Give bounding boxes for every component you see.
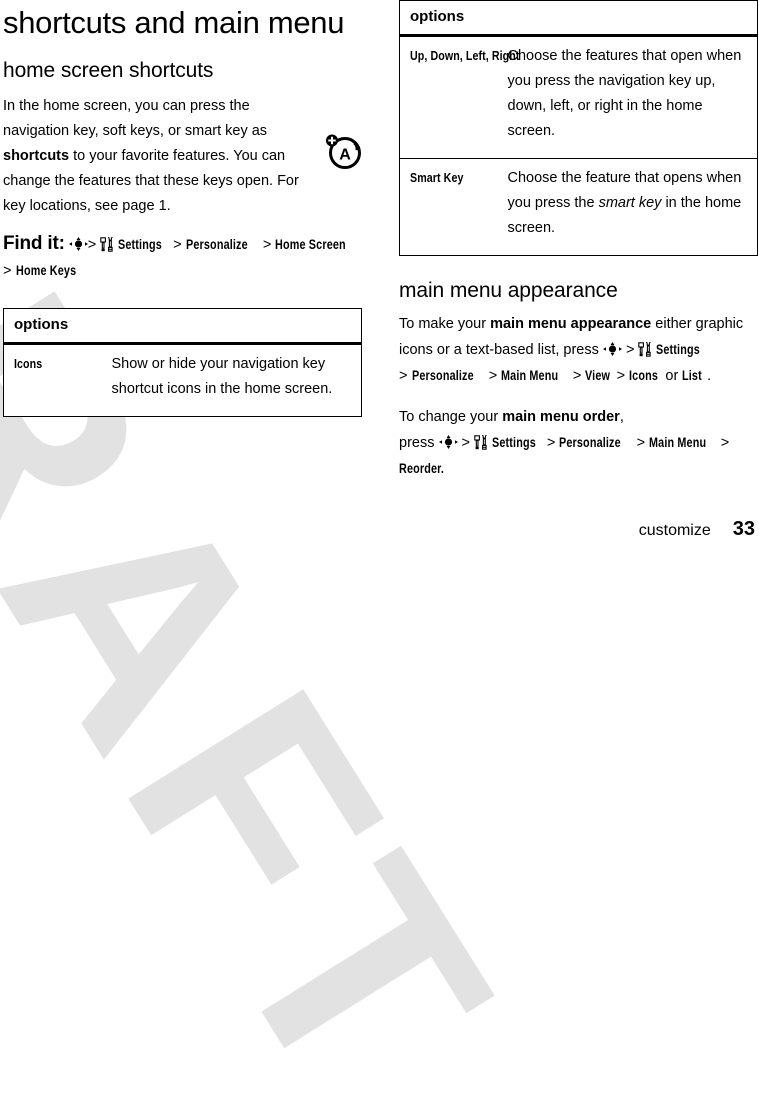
find-it-step-home-screen: Home Screen: [275, 237, 347, 252]
mma-step-list: List: [682, 368, 703, 383]
option-name-icons-text: Icons: [14, 356, 43, 371]
table-row: Icons Show or hide your navigation key s…: [3, 343, 362, 417]
right-column: options Up, Down, Left, Right Choose the…: [399, 0, 758, 482]
mmo-sep-4: >: [720, 435, 730, 451]
mmo-sep-1: >: [461, 435, 470, 451]
option-name-smart-key-text: Smart Key: [410, 170, 464, 185]
option-description-smart-key: Choose the feature that opens when you p…: [507, 158, 758, 256]
table-row: Smart Key Choose the feature that opens …: [399, 158, 758, 256]
mma-part1: To make your: [399, 316, 491, 332]
page-footer: customize 33: [0, 518, 759, 541]
manual-page: shortcuts and main menu home screen shor…: [0, 0, 759, 547]
find-it-sep-1: >: [87, 237, 97, 253]
section-heading-home-screen-shortcuts: home screen shortcuts: [3, 59, 214, 82]
footer-section-label: customize: [638, 522, 711, 539]
mma-conjunction: or: [665, 368, 679, 384]
navigation-key-icon: [602, 340, 622, 356]
left-column: shortcuts and main menu home screen shor…: [3, 0, 383, 417]
home-keys-options-table-continued: options Up, Down, Left, Right Choose the…: [399, 0, 758, 256]
table-row: Up, Down, Left, Right Choose the feature…: [399, 35, 758, 159]
find-it-label: Find it:: [3, 233, 65, 254]
mmo-step-main-menu: Main Menu: [649, 435, 707, 450]
find-it-step-personalize: Personalize: [185, 237, 248, 252]
mma-sep-1: >: [625, 342, 635, 358]
mma-step-settings: Settings: [656, 342, 701, 357]
find-it-sep-2: >: [173, 237, 182, 253]
navigation-key-icon: [68, 235, 88, 251]
intro-bold-shortcuts: shortcuts: [3, 148, 70, 164]
mma-step-main-menu: Main Menu: [501, 368, 559, 383]
mmo-step-settings: Settings: [492, 435, 536, 450]
main-menu-appearance-paragraph: To make your main menu appearance either…: [399, 312, 751, 389]
footer-page-number: 33: [732, 518, 755, 540]
mma-step-view: View: [585, 368, 611, 383]
mma-sep-4: >: [572, 368, 582, 384]
tools-settings-icon: [638, 338, 652, 357]
mmo-press-label: press: [399, 435, 435, 451]
svg-text:A: A: [339, 147, 351, 164]
page-title: shortcuts and main menu: [3, 5, 345, 40]
find-it-line-1: Find it: > Settings > Personalize > Home…: [3, 231, 383, 258]
tools-settings-icon: [474, 431, 488, 450]
table-header-row: options: [399, 0, 758, 37]
option-description-directions: Choose the features that open when you p…: [507, 35, 758, 159]
mma-sep-2: >: [399, 368, 408, 384]
mma-bold: main menu appearance: [490, 316, 652, 332]
find-it-sep-3: >: [262, 237, 272, 253]
main-menu-order-paragraph: To change your main menu order, press >: [399, 405, 751, 482]
find-it-sep-4: >: [3, 263, 12, 279]
option-name-icons: Icons: [3, 343, 112, 417]
find-it-line-2: > Home Keys: [3, 258, 383, 284]
mmo-part1: To change your: [399, 409, 503, 425]
mma-step-personalize: Personalize: [411, 368, 474, 383]
mmo-bold: main menu order: [502, 409, 620, 425]
option-description-icons: Show or hide your navigation key shortcu…: [111, 343, 362, 417]
mmo-step-reorder: Reorder.: [399, 461, 445, 476]
table-header-options: options: [399, 0, 758, 37]
find-it-step-home-keys: Home Keys: [15, 263, 76, 278]
mma-step-icons: Icons: [629, 368, 659, 383]
section-heading-main-menu-appearance: main menu appearance: [399, 279, 618, 302]
mmo-part2: ,: [619, 409, 624, 425]
mmo-sep-2: >: [546, 435, 556, 451]
intro-text-part1: In the home screen, you can press the na…: [3, 98, 268, 139]
option-name-smart-key: Smart Key: [399, 158, 508, 256]
smart-key-desc-italic: smart key: [598, 195, 662, 211]
mma-period: .: [707, 368, 712, 384]
mma-sep-3: >: [488, 368, 498, 384]
option-name-directions: Up, Down, Left, Right: [399, 35, 519, 159]
navigation-key-icon: [438, 433, 458, 449]
intro-paragraph: In the home screen, you can press the na…: [3, 94, 315, 219]
table-header-row: options: [3, 308, 362, 345]
mmo-step-personalize: Personalize: [559, 435, 622, 450]
table-header-options: options: [3, 308, 362, 345]
home-keys-options-table: options Icons Show or hide your navigati…: [3, 308, 362, 417]
find-it-step-settings: Settings: [118, 237, 163, 252]
option-name-directions-text: Up, Down, Left, Right: [410, 48, 520, 63]
mma-sep-5: >: [616, 368, 626, 384]
a-in-circle-plus-icon: A: [322, 129, 364, 171]
tools-settings-icon: [100, 233, 114, 252]
mmo-sep-3: >: [636, 435, 646, 451]
